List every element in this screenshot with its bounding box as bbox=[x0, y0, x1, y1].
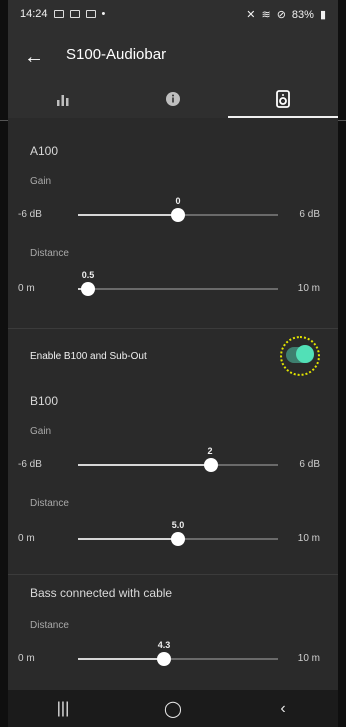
mute-icon: ✕ bbox=[246, 9, 256, 21]
a100-gain-track[interactable] bbox=[78, 208, 278, 222]
b100-section: B100 Gain 2 -6 dB 6 dB Distance 5.0 0 m bbox=[8, 394, 338, 546]
gallery-icon bbox=[53, 10, 64, 18]
b100-gain-max: 6 dB bbox=[299, 459, 320, 470]
b100-gain-fill bbox=[78, 464, 211, 466]
b100-gain-thumb[interactable] bbox=[204, 458, 218, 472]
back-arrow-icon[interactable]: ← bbox=[24, 46, 44, 69]
a100-distance-track[interactable] bbox=[78, 282, 278, 296]
section-divider bbox=[8, 328, 338, 329]
b100-gain-track[interactable] bbox=[78, 458, 278, 472]
battery-text: 83% bbox=[291, 8, 314, 21]
bass-distance-max: 10 m bbox=[297, 653, 320, 664]
bass-distance-track[interactable] bbox=[78, 652, 278, 666]
a100-distance-label: Distance bbox=[30, 248, 69, 259]
right-divider-line bbox=[338, 120, 346, 121]
app-icon bbox=[85, 10, 96, 18]
info-icon bbox=[166, 92, 180, 106]
a100-gain-thumb[interactable] bbox=[171, 208, 185, 222]
app-bar: ← S100-Audiobar bbox=[8, 28, 338, 118]
a100-gain-slider-row: 0 -6 dB 6 dB bbox=[8, 188, 338, 232]
bass-distance-value: 4.3 bbox=[157, 640, 171, 650]
battery-icon: ▮ bbox=[319, 9, 326, 21]
device-frame-right bbox=[338, 0, 346, 727]
a100-gain-min: -6 dB bbox=[18, 209, 42, 220]
mail-icon bbox=[69, 10, 80, 18]
a100-distance-max: 10 m bbox=[297, 283, 320, 294]
section-divider bbox=[8, 574, 338, 575]
home-button[interactable]: ◯ bbox=[153, 696, 193, 722]
b100-distance-slider-row: 5.0 0 m 10 m bbox=[8, 512, 338, 556]
enable-b100-toggle[interactable] bbox=[286, 345, 314, 363]
a100-section: A100 Gain 0 -6 dB 6 dB Distance 0.5 0 m bbox=[8, 144, 338, 296]
tab-speakers[interactable] bbox=[228, 80, 338, 118]
status-left: 14:24 • bbox=[20, 8, 105, 20]
tab-info[interactable] bbox=[118, 80, 228, 118]
recent-apps-icon: ||| bbox=[56, 699, 70, 717]
b100-distance-min: 0 m bbox=[18, 533, 35, 544]
settings-content: A100 Gain 0 -6 dB 6 dB Distance 0.5 0 m bbox=[8, 118, 338, 680]
bass-distance-fill bbox=[78, 658, 164, 660]
enable-b100-row[interactable]: Enable B100 and Sub-Out bbox=[8, 336, 338, 380]
b100-gain-min: -6 dB bbox=[18, 459, 42, 470]
b100-gain-label: Gain bbox=[30, 426, 52, 437]
a100-gain-max: 6 dB bbox=[299, 209, 320, 220]
back-icon: ‹ bbox=[280, 699, 286, 717]
tab-levels[interactable] bbox=[8, 80, 118, 118]
b100-gain-slider-row: 2 -6 dB 6 dB bbox=[8, 438, 338, 482]
android-navbar: ||| ◯ ‹ bbox=[8, 690, 338, 727]
home-icon: ◯ bbox=[164, 700, 182, 718]
b100-distance-fill bbox=[78, 538, 178, 540]
back-button[interactable]: ‹ bbox=[263, 696, 303, 722]
b100-distance-thumb[interactable] bbox=[171, 532, 185, 546]
wifi-icon: ≋ bbox=[261, 9, 271, 21]
bass-distance-min: 0 m bbox=[18, 653, 35, 664]
b100-distance-label: Distance bbox=[30, 498, 69, 509]
speaker-icon bbox=[276, 90, 290, 108]
b100-distance-value: 5.0 bbox=[171, 520, 185, 530]
tab-bar bbox=[8, 80, 338, 118]
bass-distance-slider-row: 4.3 0 m 10 m bbox=[8, 632, 338, 676]
b100-gain-value: 2 bbox=[207, 446, 213, 456]
a100-distance-slider-row: 0.5 0 m 10 m bbox=[8, 262, 338, 306]
a100-distance-value: 0.5 bbox=[81, 270, 95, 280]
status-bar: 14:24 • ✕ ≋ ⊘ 83% ▮ bbox=[8, 0, 338, 28]
bar-chart-icon bbox=[57, 95, 69, 106]
b100-distance-max: 10 m bbox=[297, 533, 320, 544]
status-right: ✕ ≋ ⊘ 83% ▮ bbox=[246, 8, 326, 22]
a100-title: A100 bbox=[30, 144, 59, 158]
left-divider-line bbox=[0, 120, 8, 121]
bass-title: Bass connected with cable bbox=[30, 586, 173, 600]
b100-distance-track[interactable] bbox=[78, 532, 278, 546]
bass-section: Bass connected with cable Distance 4.3 0… bbox=[8, 586, 338, 666]
recent-apps-button[interactable]: ||| bbox=[43, 696, 83, 722]
a100-distance-thumb[interactable] bbox=[81, 282, 95, 296]
b100-title: B100 bbox=[30, 394, 59, 408]
toggle-knob bbox=[296, 345, 314, 363]
a100-distance-min: 0 m bbox=[18, 283, 35, 294]
status-time: 14:24 bbox=[20, 8, 48, 20]
a100-gain-label: Gain bbox=[30, 176, 52, 187]
phone-screen: 14:24 • ✕ ≋ ⊘ 83% ▮ ← S100-Audiobar A100… bbox=[8, 0, 338, 727]
enable-b100-label: Enable B100 and Sub-Out bbox=[30, 351, 147, 362]
device-frame-left bbox=[0, 0, 8, 727]
dot-icon: • bbox=[101, 8, 106, 20]
a100-gain-fill bbox=[78, 214, 178, 216]
bass-distance-label: Distance bbox=[30, 620, 69, 631]
no-sim-icon: ⊘ bbox=[276, 9, 286, 21]
app-title: S100-Audiobar bbox=[66, 46, 167, 63]
bass-distance-thumb[interactable] bbox=[157, 652, 171, 666]
a100-gain-value: 0 bbox=[175, 196, 181, 206]
